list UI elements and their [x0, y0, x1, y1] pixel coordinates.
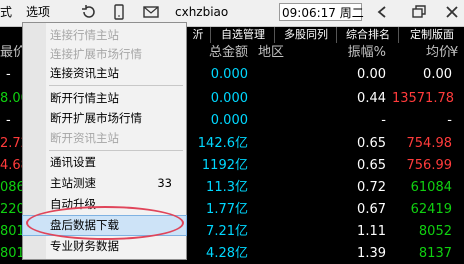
options-dropdown-menu: 连接行情主站 连接扩展市场行情 连接资讯主站 断开行情主站 断开扩展市场行情 断…: [22, 22, 187, 260]
clock-display: 09:06:17 周二: [279, 3, 364, 21]
menu-item-label: 连接行情主站: [50, 28, 119, 42]
menu-item-label: 自动升级: [50, 197, 96, 211]
tab-ranking[interactable]: 综合排名: [336, 27, 399, 43]
menu-options[interactable]: 选项: [26, 4, 50, 20]
menu-item-financial-data[interactable]: 专业财务数据: [23, 237, 186, 256]
menu-separator: [49, 85, 183, 86]
cell-avg: 61084: [410, 180, 452, 195]
menu-item-speed-test[interactable]: 主站测速 33: [23, 174, 186, 193]
cell-avg: -: [447, 113, 452, 128]
cell-amount: 7.21亿: [206, 224, 248, 239]
col-header-region[interactable]: 地区: [258, 44, 284, 62]
cell-avg: 0.00: [423, 67, 452, 82]
tab-0[interactable]: 沂: [184, 27, 211, 43]
cell-amplitude: 0.67: [357, 202, 386, 217]
menu-style[interactable]: 式: [0, 4, 12, 20]
menu-item-disconnect-quote[interactable]: 断开行情主站: [23, 89, 186, 108]
menu-item-auto-upgrade[interactable]: 自动升级: [23, 195, 186, 214]
menu-item-label: 通讯设置: [50, 155, 96, 169]
cell-avg: 8137: [418, 246, 452, 261]
cell-amplitude: 0.65: [357, 136, 386, 151]
cell-amount: 1.77亿: [206, 202, 248, 217]
cell-amount: 1192亿: [201, 158, 248, 173]
cell-avg: 62419: [410, 202, 452, 217]
menu-item-disconnect-ext-market[interactable]: 断开扩展市场行情: [23, 109, 186, 128]
username-label: cxhzbiao: [175, 5, 229, 19]
cell-amplitude: -: [381, 113, 386, 128]
menu-item-label: 盘后数据下载: [50, 218, 119, 232]
tab-custom-layout[interactable]: 定制版面: [398, 27, 464, 43]
phone-icon[interactable]: [108, 2, 130, 22]
restore-icon[interactable]: [408, 2, 430, 22]
menu-item-disconnect-info[interactable]: 断开资讯主站: [23, 129, 186, 148]
menu-item-label: 断开行情主站: [50, 91, 119, 105]
cell-amount: 0.000: [210, 67, 248, 82]
cell-amount: 4.28亿: [206, 246, 248, 261]
cell-amount: 142.6亿: [197, 136, 248, 151]
speed-test-value: 33: [157, 176, 172, 190]
cell-amplitude: 0.65: [357, 158, 386, 173]
cell-avg: 8052: [418, 224, 452, 239]
menu-separator: [49, 150, 183, 151]
mail-icon[interactable]: [140, 2, 162, 22]
cell-avg: 13571.78: [391, 91, 454, 106]
menu-item-connect-quote[interactable]: 连接行情主站: [23, 26, 186, 45]
menu-item-label: 连接扩展市场行情: [50, 47, 142, 61]
refresh-icon[interactable]: [78, 2, 100, 22]
col-header-amount[interactable]: 总金额: [190, 44, 248, 62]
menu-item-label: 连接资讯主站: [50, 66, 119, 80]
cell-amount: 0.000: [210, 91, 248, 106]
menu-item-label: 主站测速: [50, 176, 96, 190]
col-header-amplitude[interactable]: 振幅%: [330, 44, 386, 62]
back-icon[interactable]: [370, 2, 392, 22]
menu-item-label: 断开资讯主站: [50, 131, 119, 145]
menu-item-connect-ext-market[interactable]: 连接扩展市场行情: [23, 45, 186, 64]
cell-amount: 0.000: [210, 113, 248, 128]
col-header-avg[interactable]: 均价: [400, 44, 452, 62]
cell-left: -: [6, 67, 11, 82]
cell-avg: 756.99: [406, 158, 453, 173]
menu-item-connect-info[interactable]: 连接资讯主站: [23, 64, 186, 83]
menu-item-label: 断开扩展市场行情: [50, 111, 142, 125]
cell-amplitude: 1.11: [357, 224, 386, 239]
sort-arrow-icon: ¥: [450, 45, 459, 60]
cell-amplitude: 0.72: [357, 180, 386, 195]
menu-item-comm-settings[interactable]: 通讯设置: [23, 153, 186, 172]
tab-watchlist[interactable]: 自选管理: [210, 27, 275, 43]
cell-amplitude: 1.39: [357, 246, 386, 261]
cell-amplitude: 0.00: [357, 67, 386, 82]
close-icon[interactable]: [441, 2, 463, 22]
menu-item-label: 专业财务数据: [50, 239, 119, 253]
cell-left: -: [6, 113, 11, 128]
menu-item-post-market-download[interactable]: 盘后数据下载: [22, 215, 187, 236]
cell-avg: 754.98: [406, 136, 453, 151]
tab-multi-stock[interactable]: 多股同列: [274, 27, 337, 43]
cell-amplitude: 0.44: [357, 91, 386, 106]
cell-amount: 11.3亿: [206, 180, 248, 195]
